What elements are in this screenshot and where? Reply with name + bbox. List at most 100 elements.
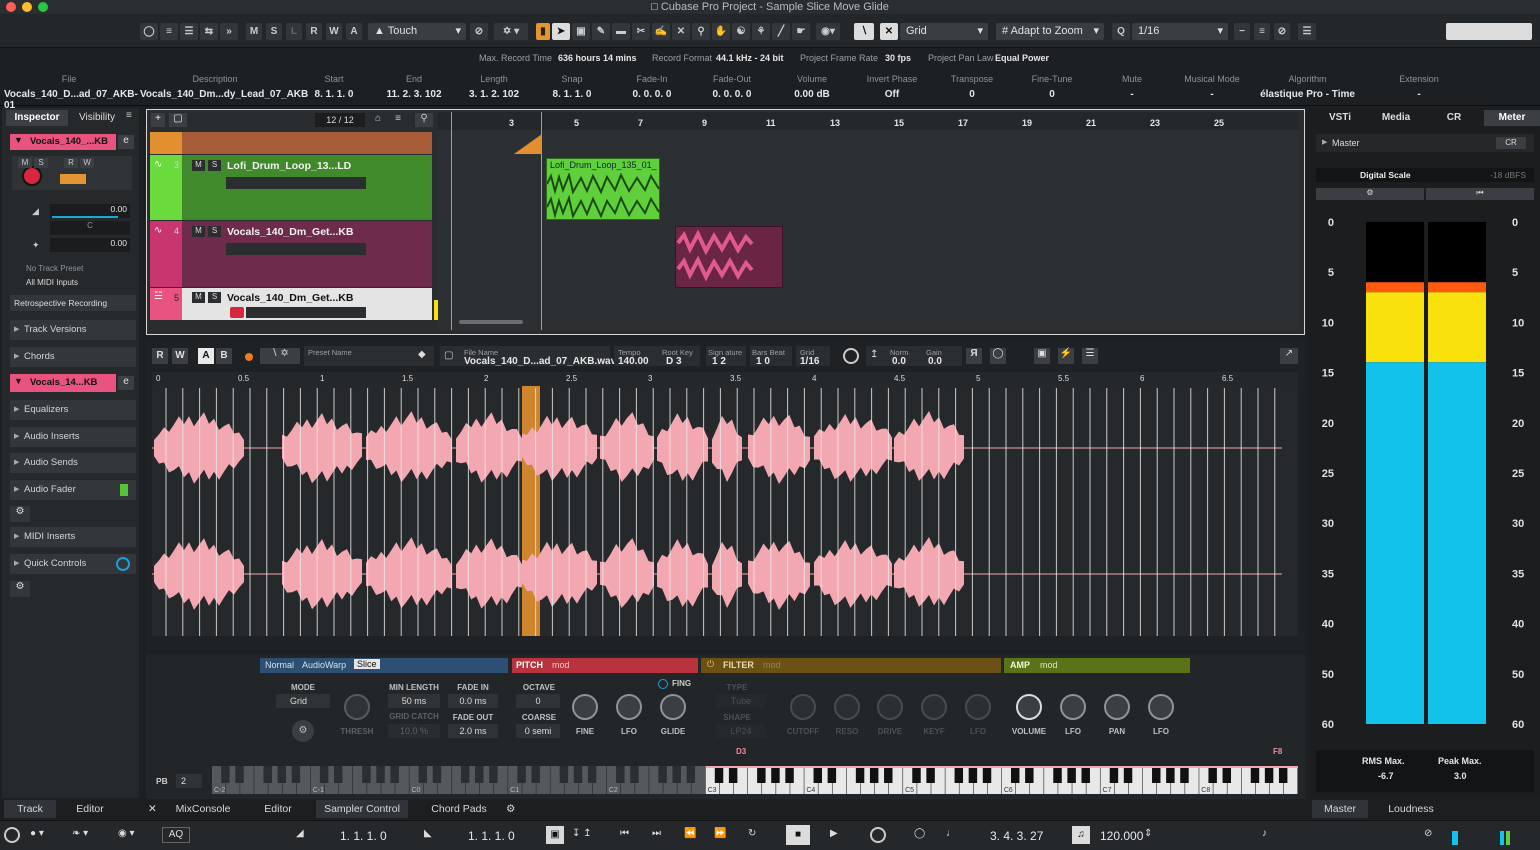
constrain-delay-icon[interactable]: ≡ [160,23,178,40]
black-key[interactable] [517,766,526,783]
signature-value[interactable]: 1 2 [712,356,726,367]
fade-out-value[interactable]: 2.0 ms [448,724,498,738]
track-name[interactable]: Vocals_140_Dm_Get...KB [227,226,353,238]
slice-icon[interactable]: ☰ [1082,348,1098,364]
black-key[interactable] [1166,766,1175,783]
black-key[interactable] [376,766,385,783]
midi-input-select[interactable]: All MIDI Inputs [10,278,134,290]
forward-icon[interactable]: » [220,23,238,40]
black-key[interactable] [390,766,399,783]
shape-value[interactable]: LP24 [716,724,766,738]
black-key[interactable] [672,766,681,783]
mode-audiowarp[interactable]: AudioWarp [302,660,346,670]
cr-button[interactable]: CR [1496,137,1526,149]
black-key[interactable] [587,766,597,783]
tab-track[interactable]: Track [4,800,56,818]
section-audio-fader[interactable]: Audio Fader [10,480,136,500]
menu-icon[interactable]: ≡ [126,110,132,121]
black-key[interactable] [785,766,794,783]
key-range-high[interactable]: F8 [1273,747,1282,756]
folder-icon[interactable]: ▢ [169,113,187,127]
black-key[interactable] [559,766,569,783]
lock-icon[interactable]: ▣ [1034,348,1050,364]
event-display[interactable]: 3 5 7 9 11 13 15 17 19 21 23 25 Lofi_Dru… [437,112,1299,330]
black-key[interactable] [714,766,724,783]
read-button[interactable]: R [64,158,78,168]
metronome-icon[interactable]: ♫ [1072,826,1090,844]
info-value[interactable]: 0 [1013,89,1091,100]
retrospective-recording-select[interactable]: Retrospective Recording [10,295,136,311]
black-key[interactable] [912,766,921,783]
mute-toggle[interactable]: M [246,23,262,40]
note-icon[interactable]: ♩ [946,828,956,839]
drum-loop-event[interactable]: Lofi_Drum_Loop_135_01_ [546,158,660,220]
section-audio-sends[interactable]: Audio Sends [10,453,136,473]
black-key[interactable] [362,766,371,783]
amp-lfo2-knob[interactable] [1148,694,1174,720]
a-toggle[interactable]: A [346,23,362,40]
solo-button[interactable]: S [208,292,221,303]
rewind-icon[interactable]: ⏪ [684,828,696,839]
type-value[interactable]: Tube [716,694,766,708]
automation-mode-select[interactable]: ▲ Touch ▾ [368,23,466,40]
send-value[interactable]: 0.00 [50,238,130,252]
black-key[interactable] [686,766,696,783]
master-header[interactable]: ▶ Master CR [1316,134,1534,152]
b-button[interactable]: B [216,348,232,364]
info-value[interactable]: - [1173,89,1251,100]
collapse-icon[interactable]: ▼ [14,376,23,386]
black-key[interactable] [884,766,893,783]
mode-normal[interactable]: Normal [265,660,294,670]
tempo-value[interactable]: 120.000 [1100,829,1143,843]
volume-knob[interactable] [1016,694,1042,720]
info-value[interactable]: 0.00 dB [773,89,851,100]
tab-cr[interactable]: CR [1426,110,1482,126]
go-to-start-icon[interactable]: ⏮ [620,828,629,839]
tab-vsti[interactable]: VSTi [1314,110,1366,126]
black-key[interactable] [968,766,978,783]
listen-toggle[interactable]: L [286,23,302,40]
stop-icon[interactable]: ■ [786,825,810,845]
auto-quantize-button[interactable]: AQ [162,827,190,843]
track-name[interactable]: Lofi_Drum_Loop_13...LD [227,160,351,172]
vocal-event[interactable] [675,226,783,288]
sync-icon[interactable]: ◯ [914,828,925,839]
go-to-end-icon[interactable]: ⏭ [652,828,661,839]
keyboard[interactable]: C-2 C-1 C0 C1 C2 C3 C4 C5 C6 C7 C8 [212,766,1298,794]
coarse-value[interactable]: 0 semi [516,724,560,738]
transport-options-icon[interactable]: ✡ ▾ [494,23,528,40]
right-locator-value[interactable]: 1. 1. 1. 0 [468,829,515,843]
track-buttons[interactable] [226,243,366,255]
tab-master[interactable]: Master [1312,800,1368,818]
black-key[interactable] [658,766,667,783]
info-value[interactable]: 0. 0. 0. 0 [613,89,691,100]
black-key[interactable] [333,766,343,783]
octave-value[interactable]: 0 [516,694,560,708]
grid-mode-select[interactable]: # Adapt to Zoom ▾ [996,23,1104,40]
loop-icon[interactable]: ⇆ [200,23,218,40]
root-value[interactable]: D 3 [666,356,682,367]
fade-in-value[interactable]: 0.0 ms [448,694,498,708]
eraser-icon[interactable]: ▬ [612,23,630,40]
hand-tool-icon[interactable]: ✋ [712,23,730,40]
black-key[interactable] [757,766,766,783]
track-buttons[interactable] [226,177,366,189]
solo-button[interactable]: S [34,158,48,168]
black-key[interactable] [954,766,964,783]
object-select-icon[interactable]: ▮ [536,23,550,40]
black-key[interactable] [235,766,244,783]
horizontal-scrollbar[interactable] [459,320,523,324]
grid-snap-icon[interactable]: ✕ [880,23,898,40]
black-key[interactable] [277,766,287,783]
black-key[interactable] [460,766,470,783]
mute-button[interactable]: M [18,158,32,168]
read-button[interactable]: R [152,348,168,364]
split-tool-icon[interactable]: ✂ [632,23,650,40]
reset-icon[interactable]: ⊘ [1274,23,1290,40]
layout-buttons[interactable] [1446,23,1532,40]
mute-button[interactable]: M [192,292,205,303]
range-tool-icon[interactable]: ▣ [572,23,590,40]
record-enable-button[interactable] [230,307,244,318]
play-tool-icon[interactable]: ☛ [792,23,810,40]
power-icon[interactable]: ⏻ [707,659,714,670]
